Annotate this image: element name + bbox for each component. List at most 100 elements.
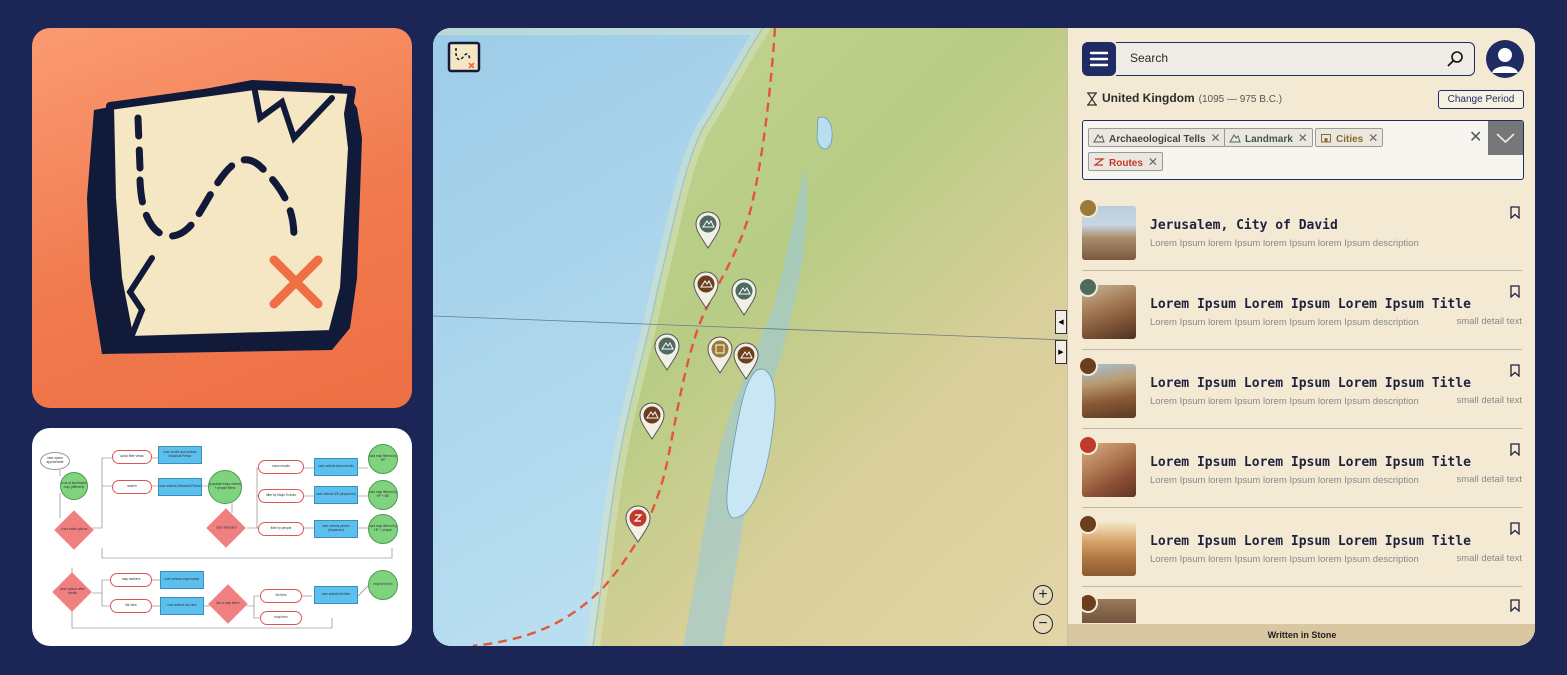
flow-node-label: filter by Major Events: [266, 493, 296, 498]
map-legend-icon[interactable]: [447, 40, 481, 74]
flow-node-label: User Selection: [215, 525, 237, 530]
flow-node: load map filtered by HP: [368, 444, 398, 474]
bookmark-icon[interactable]: [1510, 522, 1520, 535]
expand-panel-button[interactable]: ▶: [1055, 340, 1067, 364]
flow-node-label: user selects list view: [167, 603, 197, 608]
flow-node-label: user opens app/website: [46, 456, 64, 464]
filter-chip-label: Routes: [1109, 158, 1143, 169]
flow-node: filter by Major Events: [258, 489, 304, 503]
menu-button[interactable]: [1082, 42, 1116, 76]
search-placeholder: Search: [1130, 51, 1169, 65]
city-icon: [1321, 134, 1331, 143]
user-avatar[interactable]: [1486, 40, 1524, 78]
flow-node: show results: [258, 460, 304, 474]
bookmark-icon[interactable]: [1510, 443, 1520, 456]
list-item[interactable]: Lorem Ipsum Lorem Ipsum Lorem Ipsum Titl…: [1078, 429, 1522, 508]
bookmark-icon[interactable]: [1510, 364, 1520, 377]
result-title: Jerusalem, City of David: [1150, 218, 1338, 233]
list-item[interactable]: Jerusalem, City of David Lorem Ipsum lor…: [1078, 192, 1522, 271]
category-badge: [1078, 514, 1098, 534]
terrain-map[interactable]: [433, 28, 1067, 646]
category-badge: [1078, 277, 1098, 297]
map-marker-tell[interactable]: [693, 271, 719, 309]
filter-chip[interactable]: Archaeological Tells ✕: [1088, 128, 1226, 147]
list-item-partial[interactable]: [1082, 587, 1522, 623]
map-marker-tell[interactable]: [639, 402, 665, 440]
filter-chip[interactable]: Landmark ✕: [1224, 128, 1313, 147]
bookmark-icon[interactable]: [1510, 285, 1520, 298]
bookmark-icon[interactable]: [1510, 599, 1520, 612]
tell-icon: [1093, 134, 1105, 143]
map-marker-landmark[interactable]: [731, 278, 757, 316]
flow-node: user scrolls and selects historical Peri…: [158, 446, 202, 464]
flow-node: load map filtered by HP + ME: [368, 480, 398, 510]
flow-node: user selects list view: [160, 597, 204, 615]
flow-node-label: User options after results: [59, 587, 85, 595]
flow-node-label: quick filter views: [120, 454, 144, 459]
category-badge: [1078, 198, 1098, 218]
flow-node: user selects person (dropdown): [314, 520, 358, 538]
results-panel: Search United Kingdom (1095 — 975 B.C.) C…: [1067, 28, 1535, 646]
collapse-panel-button[interactable]: ◀: [1055, 310, 1067, 334]
result-description: Lorem Ipsum lorem Ipsum lorem Ipsum lore…: [1150, 475, 1419, 486]
remove-filter-icon[interactable]: ✕: [1148, 155, 1158, 169]
map-marker-tell[interactable]: [733, 342, 759, 380]
map-marker-city[interactable]: [707, 336, 733, 374]
flow-node: user selects list item: [314, 586, 358, 604]
flow-node: map markers: [110, 573, 152, 587]
map-marker-landmark[interactable]: [654, 333, 680, 371]
remove-filter-icon[interactable]: ✕: [1211, 131, 1221, 145]
list-item[interactable]: Lorem Ipsum Lorem Ipsum Lorem Ipsum Titl…: [1078, 350, 1522, 429]
bookmark-icon[interactable]: [1510, 206, 1520, 219]
result-detail: small detail text: [1456, 553, 1522, 564]
flow-node: look at landmarks map (different): [60, 472, 88, 500]
flow-node: list item: [260, 589, 302, 603]
remove-filter-icon[interactable]: ✕: [1368, 131, 1378, 145]
remove-filter-icon[interactable]: ✕: [1298, 131, 1308, 145]
filter-dropdown-toggle[interactable]: [1488, 121, 1523, 155]
flow-node: user selects show results: [314, 458, 358, 476]
list-item[interactable]: Lorem Ipsum Lorem Ipsum Lorem Ipsum Titl…: [1078, 271, 1522, 350]
filter-chip[interactable]: Cities ✕: [1315, 128, 1384, 147]
app-screen: ◀ ▶ + − Search United Kingdom (1095 — 975…: [433, 28, 1535, 646]
flow-node: search: [112, 480, 152, 494]
flow-node-label: User initial options: [60, 527, 88, 532]
flow-node-label: map markers: [121, 577, 141, 582]
hourglass-icon: [1087, 92, 1097, 106]
result-description: Lorem Ipsum lorem Ipsum lorem Ipsum lore…: [1150, 317, 1419, 328]
filter-multiselect[interactable]: Archaeological Tells ✕ Landmark ✕ Cities ✕ …: [1082, 120, 1524, 180]
flow-node: map item info: [368, 570, 398, 600]
map-marker-landmark[interactable]: [695, 211, 721, 249]
change-period-button[interactable]: Change Period: [1438, 90, 1524, 109]
flow-node-label: look at landmarks map (different): [61, 481, 87, 489]
flow-node-label: user selects Historical Period: [159, 484, 201, 489]
list-item[interactable]: Lorem Ipsum Lorem Ipsum Lorem Ipsum Titl…: [1078, 508, 1522, 587]
period-name: United Kingdom: [1102, 91, 1195, 105]
hamburger-icon: [1089, 51, 1109, 67]
flow-node: user selects ME (dropdown): [314, 486, 358, 504]
flow-node-label: populate major events + people filters: [209, 482, 241, 490]
result-title: Lorem Ipsum Lorem Ipsum Lorem Ipsum Titl…: [1150, 297, 1471, 312]
landmark-icon: [1229, 134, 1241, 143]
flow-node-label: list or map items: [216, 601, 240, 606]
clear-filters-icon[interactable]: ✕: [1469, 127, 1482, 147]
flow-node: user selects map marker: [160, 571, 204, 589]
flow-node-label: load map filtered by HP + people: [369, 524, 397, 532]
map-view[interactable]: ◀ ▶ + −: [433, 28, 1067, 646]
search-input[interactable]: Search: [1116, 42, 1475, 76]
flow-node: filter by people: [258, 522, 304, 536]
user-icon: [1492, 48, 1518, 73]
zoom-out-button[interactable]: −: [1033, 614, 1053, 634]
zoom-in-button[interactable]: +: [1033, 585, 1053, 605]
flow-node: list view: [110, 599, 152, 613]
flow-node-label: load map filtered by HP + ME: [369, 490, 397, 498]
result-title: Lorem Ipsum Lorem Ipsum Lorem Ipsum Titl…: [1150, 376, 1471, 391]
app-footer: Written in Stone: [1068, 624, 1535, 646]
flow-node-label: user selects list item: [321, 592, 351, 597]
map-marker-route[interactable]: [625, 505, 651, 543]
period-range: (1095 — 975 B.C.): [1198, 94, 1283, 105]
filter-chip[interactable]: Routes ✕: [1088, 152, 1163, 171]
flow-node-label: user selects ME (dropdown): [316, 492, 356, 497]
search-icon[interactable]: [1446, 50, 1464, 68]
flow-node-label: list view: [125, 603, 137, 608]
